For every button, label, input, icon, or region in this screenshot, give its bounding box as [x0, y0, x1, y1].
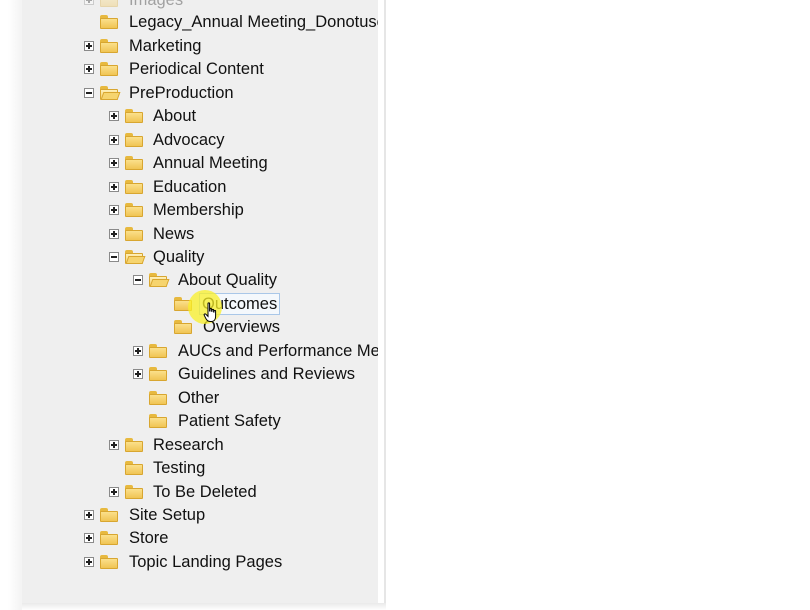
folder-icon: [149, 391, 167, 405]
folder-icon: [149, 344, 167, 358]
folder-icon: [125, 133, 143, 147]
folder-icon: [149, 414, 167, 428]
tree-node-label: Store: [129, 529, 169, 547]
folder-icon: [100, 508, 118, 522]
collapse-icon[interactable]: [109, 252, 119, 262]
folder-icon: [125, 438, 143, 452]
expand-icon[interactable]: [133, 369, 143, 379]
folder-icon: [125, 461, 143, 475]
expand-icon[interactable]: [109, 487, 119, 497]
tree-node-label: Marketing: [129, 37, 202, 55]
folder-icon: [125, 485, 143, 499]
expand-icon[interactable]: [109, 135, 119, 145]
folder-icon: [174, 320, 192, 334]
tree-node-label: News: [153, 225, 195, 243]
hand-pointer-icon: [203, 302, 217, 322]
folder-open-icon: [100, 86, 121, 100]
tree-node-label: Annual Meeting: [153, 154, 268, 172]
tree-node-label: Legacy_Annual Meeting_Donotuse: [129, 13, 378, 31]
folder-open-icon: [125, 250, 146, 264]
tree-node-label: Quality: [153, 248, 205, 266]
expand-icon[interactable]: [84, 41, 94, 51]
tree-node-label: Images: [129, 0, 184, 9]
tree-node-label: About Quality: [178, 271, 278, 289]
folder-open-icon: [149, 273, 170, 287]
expand-icon[interactable]: [84, 557, 94, 567]
folder-icon: [100, 39, 118, 53]
expand-icon[interactable]: [109, 229, 119, 239]
tree-node-label: PreProduction: [129, 84, 234, 102]
panel-bottom-edge: [22, 603, 386, 610]
folder-icon: [149, 367, 167, 381]
expand-icon[interactable]: [109, 158, 119, 168]
tree-node-label: Guidelines and Reviews: [178, 365, 356, 383]
tree-node-label: Membership: [153, 201, 244, 219]
tree-node-label: Other: [178, 389, 220, 407]
expand-icon[interactable]: [84, 533, 94, 543]
expand-icon[interactable]: [109, 440, 119, 450]
folder-icon: [125, 180, 143, 194]
expand-icon[interactable]: [84, 510, 94, 520]
collapse-icon[interactable]: [84, 88, 94, 98]
expand-icon[interactable]: [84, 64, 94, 74]
folder-icon: [100, 62, 118, 76]
folder-icon: [125, 156, 143, 170]
expand-icon[interactable]: [84, 0, 94, 5]
tree-node-label: Topic Landing Pages: [129, 553, 283, 571]
tree-node-label: About: [153, 107, 197, 125]
collapse-icon[interactable]: [133, 275, 143, 285]
folder-icon: [125, 203, 143, 217]
tree-node-label: Site Setup: [129, 506, 206, 524]
tree-node-label: AUCs and Performance Measures: [178, 342, 378, 360]
tree-node-label: Periodical Content: [129, 60, 264, 78]
panel-left-edge: [8, 0, 22, 610]
folder-icon: [125, 227, 143, 241]
folder-icon: [125, 109, 143, 123]
tree-node-label: Testing: [153, 459, 206, 477]
expand-icon[interactable]: [109, 111, 119, 121]
folder-icon: [100, 555, 118, 569]
tree-node-label: Advocacy: [153, 131, 225, 149]
tree-node-label: Education: [153, 178, 227, 196]
tree-node-label: Research: [153, 436, 224, 454]
expand-icon[interactable]: [109, 205, 119, 215]
folder-icon: [100, 0, 118, 7]
folder-icon: [100, 15, 118, 29]
expand-icon[interactable]: [133, 346, 143, 356]
expand-icon[interactable]: [109, 182, 119, 192]
tree-node-label: Patient Safety: [178, 412, 281, 430]
panel-divider[interactable]: [384, 0, 386, 605]
tree-node-label: To Be Deleted: [153, 483, 257, 501]
folder-icon: [100, 531, 118, 545]
